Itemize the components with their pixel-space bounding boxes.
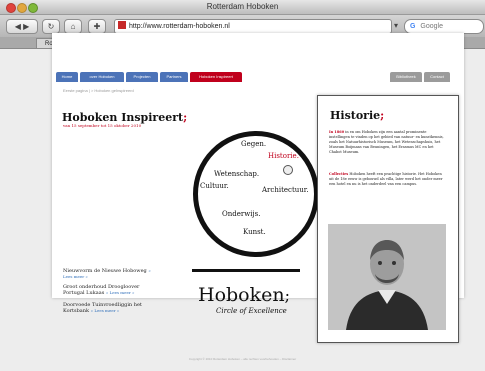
bookmarks-icon: ✚ bbox=[93, 22, 101, 31]
site-favicon-icon bbox=[118, 21, 126, 29]
logo-text: Hoboken bbox=[198, 284, 285, 306]
history-paragraph-lead: In 1860 bbox=[329, 130, 345, 134]
theme-onderwijs[interactable]: Onderwijs. bbox=[222, 210, 260, 218]
reload-icon: ↻ bbox=[47, 22, 55, 31]
portrait-photo bbox=[328, 224, 446, 330]
search-placeholder: Google bbox=[420, 23, 443, 30]
history-paragraph: In 1860 in en om Hoboken zijn een aantal… bbox=[329, 130, 447, 155]
bookmarks-button[interactable]: ✚ bbox=[88, 19, 106, 34]
nav-tab-partners[interactable]: Partners bbox=[160, 72, 188, 82]
nav-tab-over-hoboken[interactable]: over Hoboken bbox=[80, 72, 124, 82]
hoboken-logo: Hoboken; bbox=[198, 284, 290, 306]
history-paragraph-lead: Collecties bbox=[329, 172, 349, 176]
theme-historie[interactable]: Historie. bbox=[268, 152, 299, 160]
nav-tab-projecten[interactable]: Projecten bbox=[126, 72, 158, 82]
news-item[interactable]: Doorvoede Tuinvroedliggin het Kortsbank … bbox=[63, 302, 153, 314]
search-field[interactable]: G Google bbox=[404, 19, 484, 34]
mouse-cursor-icon bbox=[283, 165, 293, 175]
event-dates: van 15 september tot 15 oktober 2010 bbox=[63, 123, 142, 128]
page-footer: Copyright © 2010 Rotterdam Hoboken – all… bbox=[188, 357, 297, 361]
forward-icon[interactable]: ▶ bbox=[23, 22, 29, 31]
url-text: http://www.rotterdam-hoboken.nl bbox=[129, 23, 230, 30]
theme-wetenschap[interactable]: Wetenschap. bbox=[214, 170, 259, 178]
home-icon: ⌂ bbox=[70, 22, 76, 31]
nav-tab-bibliotheek[interactable]: Bibliotheek bbox=[390, 72, 422, 82]
home-button[interactable]: ⌂ bbox=[64, 19, 82, 34]
nav-tab-contact[interactable]: Contact bbox=[424, 72, 450, 82]
logo-semicolon: ; bbox=[284, 286, 290, 305]
google-search-icon: G bbox=[410, 23, 416, 30]
read-more-link[interactable]: » Lees meer » bbox=[91, 308, 120, 313]
reload-button[interactable]: ↻ bbox=[42, 19, 60, 34]
divider-line bbox=[192, 269, 300, 272]
history-paragraph: Collecties Hoboken heeft een prachtige h… bbox=[329, 172, 447, 187]
theme-gegen[interactable]: Gegen. bbox=[241, 140, 266, 148]
nav-tab-hoboken-inspireert[interactable]: Hoboken Inspireert bbox=[190, 72, 242, 82]
nav-tab-home[interactable]: Home bbox=[56, 72, 78, 82]
themes-circle bbox=[193, 131, 319, 257]
history-title-text: Historie bbox=[330, 109, 381, 122]
back-icon[interactable]: ◀ bbox=[15, 22, 21, 31]
logo-tagline: Circle of Excellence bbox=[216, 307, 287, 315]
news-item[interactable]: Nieuwvorm de Nieuwe Hoboweg » Lees meer … bbox=[63, 268, 153, 280]
news-item[interactable]: Groot onderhoud Droogloover Portugal Luk… bbox=[63, 284, 153, 296]
history-panel: Historie; In 1860 in en om Hoboken zijn … bbox=[317, 95, 459, 343]
read-more-link[interactable]: » Lees meer » bbox=[106, 290, 135, 295]
back-forward-button[interactable]: ◀ ▶ bbox=[6, 19, 38, 34]
url-dropdown-icon[interactable]: ▾ bbox=[392, 19, 400, 32]
title-bar: Rotterdam Hoboken bbox=[0, 0, 485, 15]
history-title: Historie; bbox=[330, 109, 384, 122]
theme-kunst[interactable]: Kunst. bbox=[243, 228, 266, 236]
theme-architectuur[interactable]: Architectuur. bbox=[262, 186, 309, 194]
history-paragraph-text: in en om Hoboken zijn een aantal promine… bbox=[329, 130, 444, 154]
theme-cultuur[interactable]: Cultuur. bbox=[200, 182, 229, 190]
page-title-semicolon: ; bbox=[183, 111, 188, 124]
address-bar[interactable]: http://www.rotterdam-hoboken.nl bbox=[114, 19, 392, 34]
history-title-semicolon: ; bbox=[380, 109, 385, 122]
window-title: Rotterdam Hoboken bbox=[206, 2, 279, 11]
portrait-image-icon bbox=[328, 224, 446, 330]
breadcrumb[interactable]: Eerste pagina | > Hoboken geïnspireerd bbox=[63, 88, 134, 93]
